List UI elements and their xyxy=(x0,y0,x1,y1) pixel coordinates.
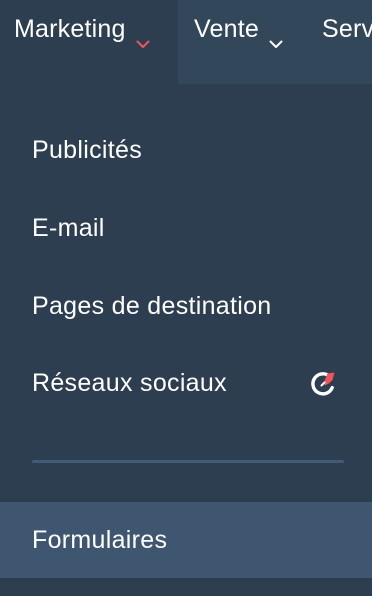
menu-item-pages-de-destination[interactable]: Pages de destination xyxy=(0,268,372,344)
upgrade-badge-icon xyxy=(308,369,338,399)
nav-marketing[interactable]: Marketing xyxy=(0,0,178,84)
menu-item-label: Formulaires xyxy=(32,525,168,554)
nav-service-label: Service xyxy=(322,15,372,43)
nav-vente-label: Vente xyxy=(194,15,259,43)
nav-marketing-label: Marketing xyxy=(14,15,126,43)
menu-item-formulaires[interactable]: Formulaires xyxy=(0,502,372,578)
menu-divider xyxy=(32,460,344,463)
menu-item-label: Réseaux sociaux xyxy=(32,368,227,397)
chevron-down-icon xyxy=(269,27,283,56)
top-navigation: Marketing Vente Service xyxy=(0,0,372,84)
chevron-down-icon xyxy=(136,27,150,56)
menu-item-email[interactable]: E-mail xyxy=(0,190,372,266)
menu-item-label: Pages de destination xyxy=(32,291,272,320)
menu-item-reseaux-sociaux[interactable]: Réseaux sociaux xyxy=(0,345,372,421)
nav-service[interactable]: Service xyxy=(306,0,372,84)
marketing-dropdown-menu: Publicités E-mail Pages de destination R… xyxy=(0,84,372,596)
menu-item-publicites[interactable]: Publicités xyxy=(0,112,372,188)
nav-vente[interactable]: Vente xyxy=(178,0,306,84)
menu-item-label: Publicités xyxy=(32,135,142,164)
menu-item-label: E-mail xyxy=(32,213,105,242)
